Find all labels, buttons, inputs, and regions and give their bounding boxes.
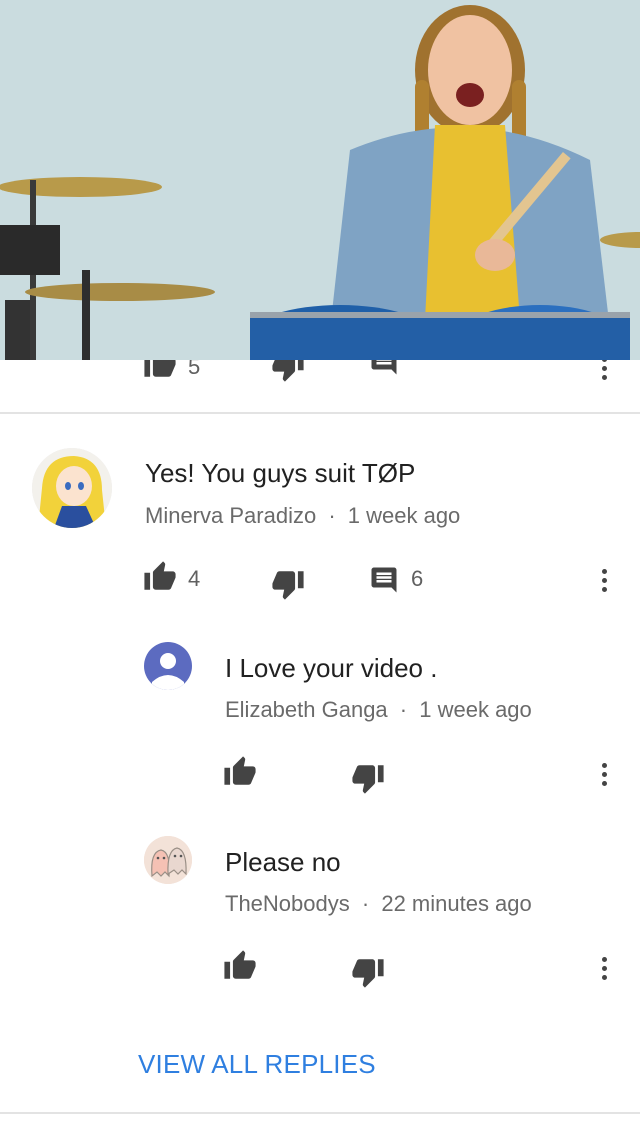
comment-divider [0,412,640,414]
thumb-up-icon [224,950,256,979]
more-dot-icon [601,771,607,777]
reply-count: 6 [411,566,424,591]
video-player[interactable] [0,0,640,360]
avatar[interactable] [144,836,192,884]
more-dot-icon [601,780,607,786]
default-user-icon [152,653,184,690]
thumb-up-icon [144,561,176,590]
comment-icon [371,567,397,593]
comment-author[interactable]: Minerva Paradizo [145,503,316,528]
reply-text: Please no [225,847,341,877]
thumb-down-icon [272,571,304,600]
reply-meta: Elizabeth Ganga · 1 week ago [225,697,532,723]
avatar[interactable] [32,448,112,528]
more-dot-icon [601,577,607,583]
more-dot-icon [601,586,607,592]
thumb-up-icon [224,756,256,785]
thumb-up-icon [144,360,176,377]
comment-divider [0,1112,640,1114]
more-dot-icon [601,965,607,971]
dislike-button[interactable] [348,952,388,992]
reply-button[interactable] [364,360,404,382]
like-count: 5 [188,360,201,379]
anime-avatar-image [32,448,112,528]
like-button[interactable] [140,360,180,384]
more-dot-icon [601,365,607,371]
comment-icon [371,360,397,375]
thumb-down-icon [352,765,384,794]
dislike-button[interactable] [268,360,308,384]
more-dot-icon [601,974,607,980]
reply-author[interactable]: Elizabeth Ganga [225,697,388,722]
more-options-button[interactable] [594,754,614,794]
dislike-button[interactable] [348,758,388,798]
like-button[interactable] [140,557,180,597]
reply-button[interactable] [364,560,404,600]
video-frame [0,0,640,360]
avatar[interactable] [144,642,192,690]
ghosts-avatar-image [144,836,192,884]
comment-time: 1 week ago [347,503,461,528]
more-options-button[interactable] [594,948,614,988]
meta-separator: · [328,503,336,528]
more-dot-icon [601,360,607,362]
reply-text: I Love your video . [225,653,438,683]
more-options-button[interactable] [594,360,614,384]
reply-meta: TheNobodys · 22 minutes ago [225,891,532,917]
meta-separator: · [361,891,370,916]
reply-time: 22 minutes ago [381,891,532,916]
more-dot-icon [601,956,607,962]
thumb-down-icon [272,360,304,382]
like-button[interactable] [220,752,260,792]
thumb-down-icon [352,959,384,988]
comment-meta: Minerva Paradizo · 1 week ago [145,503,460,529]
like-button[interactable] [220,946,260,986]
more-dot-icon [601,762,607,768]
comment-text: Yes! You guys suit TØP [145,458,416,488]
meta-separator: · [399,697,408,722]
reply-time: 1 week ago [419,697,532,722]
more-options-button[interactable] [594,560,614,600]
previous-comment-actions: 5 [0,360,640,384]
more-dot-icon [601,568,607,574]
like-count: 4 [188,566,201,591]
view-all-replies-link[interactable]: VIEW ALL REPLIES [138,1049,376,1080]
reply-author[interactable]: TheNobodys [225,891,350,916]
more-dot-icon [601,374,607,380]
dislike-button[interactable] [268,564,308,604]
